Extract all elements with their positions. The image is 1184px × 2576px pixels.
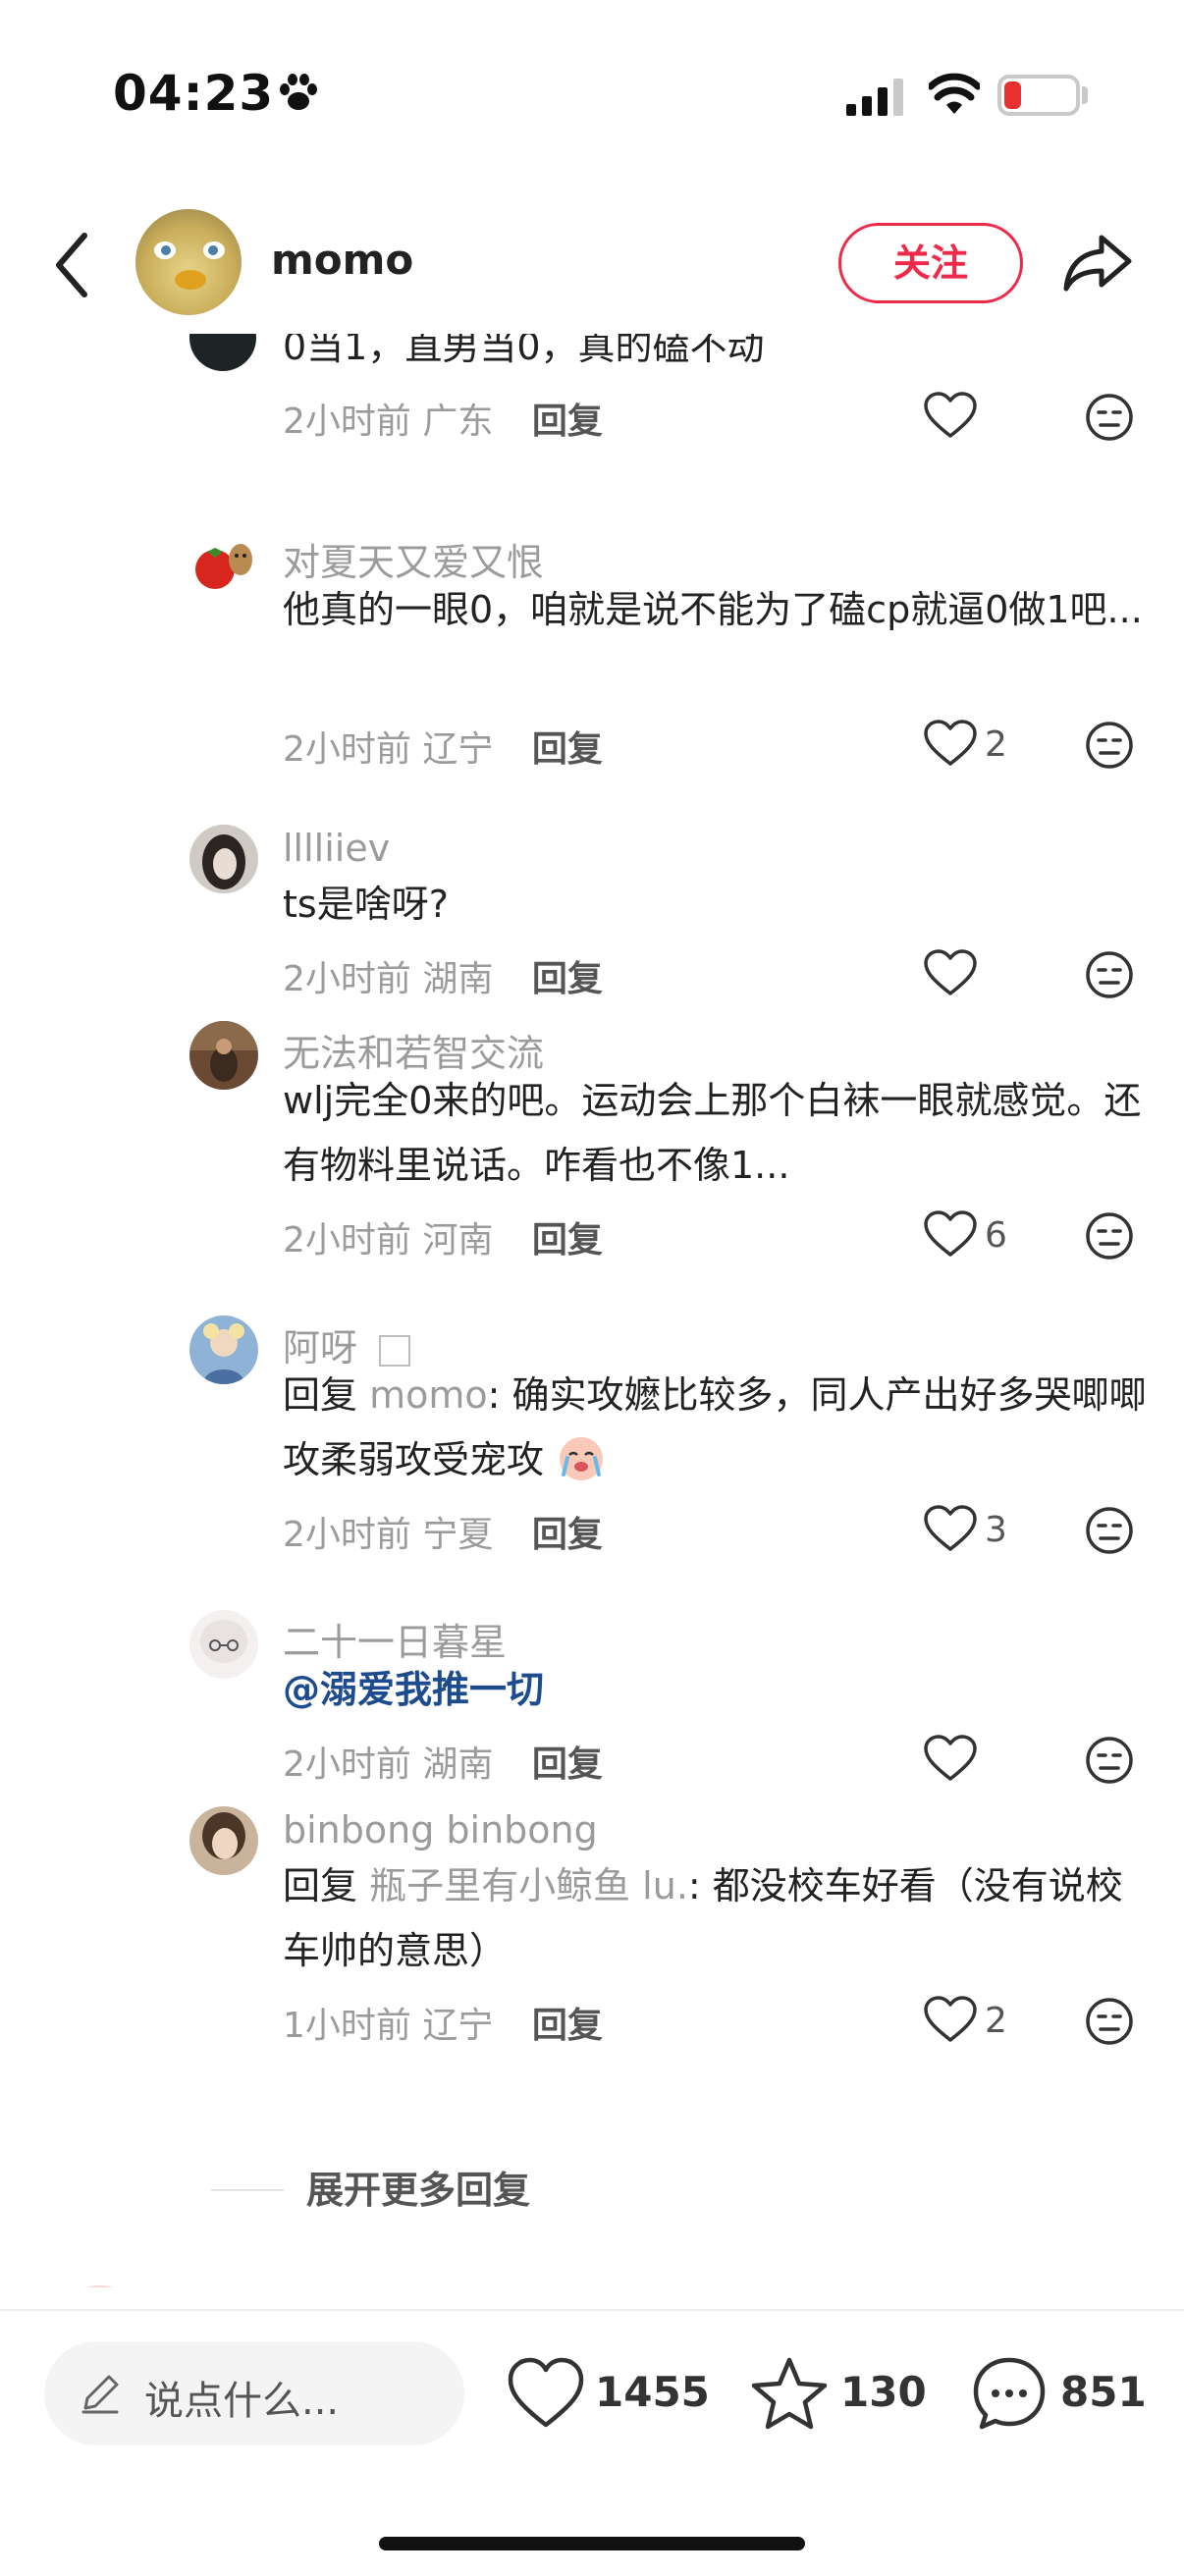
comment-location: 辽宁 bbox=[422, 2006, 494, 2046]
reply-button[interactable]: 回复 bbox=[532, 959, 603, 999]
reply-button[interactable]: 回复 bbox=[532, 1220, 603, 1261]
like-count: 3 bbox=[985, 1510, 1007, 1550]
comment-time: 2小时前 bbox=[283, 1515, 411, 1555]
comment-meta: 2小时前 辽宁 回复 bbox=[283, 721, 603, 772]
like-count: 2 bbox=[985, 724, 1007, 765]
dislike-icon[interactable] bbox=[1085, 1997, 1134, 2046]
like-count: 1455 bbox=[595, 2368, 710, 2416]
home-indicator[interactable] bbox=[379, 2537, 805, 2550]
battery-indicator: 17 bbox=[997, 75, 1080, 116]
avatar[interactable] bbox=[189, 1610, 258, 1679]
comment-icon[interactable] bbox=[970, 2354, 1049, 2433]
reply-button[interactable]: 回复 bbox=[532, 2006, 603, 2046]
reply-button[interactable]: 回复 bbox=[532, 729, 603, 770]
heart-icon[interactable] bbox=[507, 2354, 585, 2433]
comment-text: ts是啥呀? bbox=[283, 883, 449, 926]
comment-location: 辽宁 bbox=[422, 729, 494, 770]
comment-meta: 2小时前 湖南 回复 bbox=[283, 950, 603, 1001]
comment-text: 回复 momo: 确实攻嬷比较多，同人产出好多哭唧唧攻柔弱攻受宠攻 bbox=[283, 1363, 1147, 1492]
comment-list: 0当1，直男当0，真的磕不动 2小时前 广东 回复 对夏天又爱又恨 他真的一眼0… bbox=[0, 334, 1184, 2287]
mention-link[interactable]: @溺爱我推一切 bbox=[283, 1668, 544, 1711]
comment-time: 2小时前 bbox=[283, 402, 411, 442]
crying-emoji-icon bbox=[560, 1437, 604, 1480]
avatar[interactable] bbox=[189, 825, 258, 893]
wifi-icon bbox=[929, 73, 980, 114]
comment-location: 湖南 bbox=[422, 959, 494, 999]
input-placeholder: 说点什么... bbox=[144, 2379, 340, 2424]
heart-icon[interactable] bbox=[923, 1995, 978, 2044]
comment-location: 宁夏 bbox=[422, 1515, 494, 1555]
comment-meta: 2小时前 宁夏 回复 bbox=[283, 1506, 603, 1557]
heart-icon[interactable] bbox=[923, 948, 978, 997]
author-name[interactable]: momo bbox=[271, 236, 413, 284]
like-count: 6 bbox=[985, 1215, 1007, 1256]
comment-meta: 2小时前 河南 回复 bbox=[283, 1211, 603, 1262]
avatar[interactable] bbox=[54, 2285, 146, 2287]
heart-icon[interactable] bbox=[923, 1734, 978, 1783]
heart-icon[interactable] bbox=[923, 1209, 978, 1259]
reply-prefix: 回复 bbox=[283, 1864, 370, 1907]
status-bar: 04:23 17 bbox=[0, 0, 1184, 187]
comment-input[interactable]: 说点什么... bbox=[44, 2341, 464, 2445]
reply-button[interactable]: 回复 bbox=[532, 1515, 603, 1555]
like-count: 2 bbox=[985, 2001, 1007, 2041]
dislike-icon[interactable] bbox=[1085, 721, 1134, 770]
comment-time: 2小时前 bbox=[283, 1744, 411, 1785]
heart-icon[interactable] bbox=[923, 391, 978, 440]
expand-more-replies[interactable]: 展开更多回复 bbox=[0, 2160, 1184, 2219]
reply-button[interactable]: 回复 bbox=[532, 402, 603, 442]
top-nav: momo 关注 bbox=[0, 187, 1184, 334]
divider bbox=[211, 2189, 284, 2191]
dislike-icon[interactable] bbox=[1085, 1211, 1134, 1261]
follow-button[interactable]: 关注 bbox=[838, 223, 1023, 303]
comment-author[interactable]: lllliiev bbox=[283, 827, 390, 870]
comment-text: wlj完全0来的吧。运动会上那个白袜一眼就感觉。还有物料里说话。咋看也不像1..… bbox=[283, 1079, 1142, 1187]
paw-icon bbox=[280, 74, 317, 110]
reply-prefix: 回复 bbox=[283, 1373, 370, 1417]
reply-target[interactable]: momo bbox=[369, 1373, 488, 1417]
reply-button[interactable]: 回复 bbox=[532, 1744, 603, 1785]
comment-time: 2小时前 bbox=[283, 729, 411, 770]
comment-location: 广东 bbox=[422, 402, 494, 442]
pen-icon bbox=[81, 2375, 119, 2414]
battery-cap bbox=[1082, 86, 1088, 104]
comment-time: 1小时前 bbox=[283, 2006, 411, 2046]
comment-time: 2小时前 bbox=[283, 959, 411, 999]
author-avatar[interactable] bbox=[135, 209, 242, 315]
share-icon[interactable] bbox=[1062, 232, 1133, 295]
star-icon[interactable] bbox=[750, 2354, 829, 2433]
heart-icon[interactable] bbox=[923, 1504, 978, 1553]
avatar[interactable] bbox=[189, 1021, 258, 1090]
dislike-icon[interactable] bbox=[1085, 1736, 1134, 1785]
avatar[interactable] bbox=[189, 334, 256, 371]
dislike-icon[interactable] bbox=[1085, 393, 1134, 442]
comment-meta: 1小时前 辽宁 回复 bbox=[283, 1997, 603, 2048]
comment-count: 851 bbox=[1060, 2368, 1147, 2416]
comment-time: 2小时前 bbox=[283, 1220, 411, 1261]
status-time: 04:23 bbox=[113, 65, 275, 122]
bottom-action-bar: 说点什么... 1455 130 851 bbox=[0, 2309, 1184, 2576]
dislike-icon[interactable] bbox=[1085, 1506, 1134, 1555]
battery-level: 17 bbox=[1019, 79, 1058, 111]
comment-text: 他真的一眼0，咱就是说不能为了磕cp就逼0做1吧... bbox=[283, 588, 1143, 631]
comment-text: @溺爱我推一切 bbox=[283, 1657, 1147, 1722]
comment-author[interactable]: binbong binbong bbox=[283, 1808, 598, 1852]
comment-location: 河南 bbox=[422, 1220, 494, 1261]
dislike-icon[interactable] bbox=[1085, 950, 1134, 999]
avatar[interactable] bbox=[189, 530, 258, 599]
comment-text: 0当1，直男当0，真的磕不动 bbox=[283, 334, 765, 368]
comment-meta: 2小时前 湖南 回复 bbox=[283, 1736, 603, 1787]
comment-location: 湖南 bbox=[422, 1744, 494, 1785]
favorite-count: 130 bbox=[840, 2368, 927, 2416]
back-icon[interactable] bbox=[49, 226, 98, 304]
avatar[interactable] bbox=[189, 1315, 258, 1384]
signal-icon bbox=[846, 79, 903, 116]
expand-more-label[interactable]: 展开更多回复 bbox=[306, 2160, 530, 2214]
avatar[interactable] bbox=[189, 1806, 258, 1875]
heart-icon[interactable] bbox=[923, 719, 978, 768]
comment-text: 回复 瓶子里有小鲸鱼 lu.: 都没校车好看（没有说校车帅的意思） bbox=[283, 1853, 1147, 1983]
reply-target[interactable]: 瓶子里有小鲸鱼 lu. bbox=[369, 1864, 688, 1907]
comment-meta: 2小时前 广东 回复 bbox=[283, 393, 603, 444]
